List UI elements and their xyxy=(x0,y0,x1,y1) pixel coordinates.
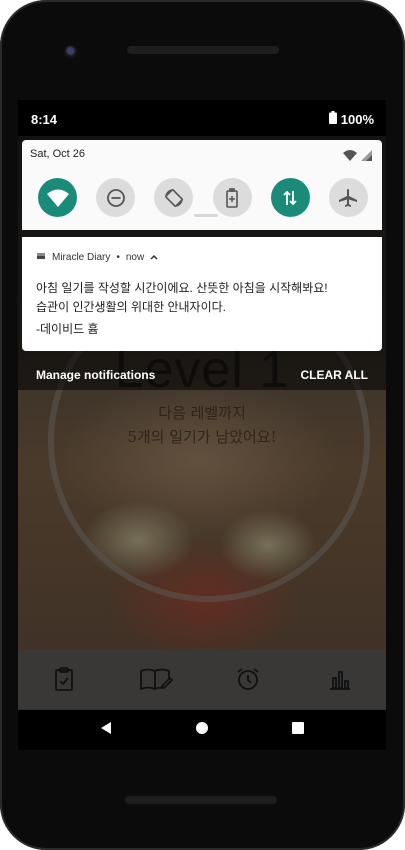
bottom-speaker xyxy=(125,796,277,804)
quick-settings-panel: Sat, Oct 26 xyxy=(22,140,382,230)
recents-icon[interactable] xyxy=(291,721,305,740)
back-icon[interactable] xyxy=(99,721,113,740)
manage-notifications-button[interactable]: Manage notifications xyxy=(36,368,155,382)
phone-frame: Level 1 다음 레벨까지 5개의 일기가 남았어요! xyxy=(0,0,405,850)
system-nav-bar xyxy=(18,710,386,750)
level-next-label: 다음 레벨까지 xyxy=(158,404,246,422)
diary-write-icon[interactable] xyxy=(131,654,181,704)
notification-card[interactable]: Miracle Diary • now 아침 일기를 작성할 시간이에요. 산뜻… xyxy=(22,237,382,351)
shade-actions: Manage notifications CLEAR ALL xyxy=(36,368,368,382)
notification-time: now xyxy=(125,252,145,263)
qs-tiles-row xyxy=(38,178,368,217)
status-bar: 8:14 100% xyxy=(18,100,386,136)
battery-saver-icon[interactable] xyxy=(212,178,252,217)
qs-expand-handle[interactable] xyxy=(194,214,218,217)
notification-line-2: 습관이 인간생활의 위대한 안내자이다. xyxy=(36,300,226,314)
dnd-icon[interactable] xyxy=(96,178,136,217)
wifi-icon[interactable] xyxy=(38,178,77,217)
app-small-icon xyxy=(36,251,46,264)
stats-chart-icon[interactable] xyxy=(315,654,365,704)
alarm-clock-icon[interactable] xyxy=(223,654,273,704)
cell-signal-icon xyxy=(361,148,372,166)
earpiece-speaker xyxy=(127,46,279,54)
auto-rotate-icon[interactable] xyxy=(154,178,194,217)
notification-header: Miracle Diary • now xyxy=(36,251,158,264)
chevron-up-icon[interactable] xyxy=(150,252,158,263)
battery-icon xyxy=(328,111,337,127)
screen: Level 1 다음 레벨까지 5개의 일기가 남았어요! xyxy=(18,100,386,750)
battery-percent: 100% xyxy=(340,111,374,127)
app-bottom-nav xyxy=(18,649,386,709)
qs-date: Sat, Oct 26 xyxy=(30,148,86,160)
front-camera xyxy=(64,45,77,58)
notification-app-name: Miracle Diary xyxy=(52,252,111,263)
notification-line-3: -데이비드 흄 xyxy=(36,322,99,336)
battery-indicator: 100% xyxy=(328,111,374,127)
home-icon[interactable] xyxy=(195,721,209,740)
mobile-data-icon[interactable] xyxy=(270,178,310,217)
notification-line-1: 아침 일기를 작성할 시간이에요. 산뜻한 아침을 시작해봐요! xyxy=(36,281,328,295)
wifi-signal-icon xyxy=(343,148,357,166)
notification-dot: • xyxy=(116,252,120,263)
clear-all-button[interactable]: CLEAR ALL xyxy=(300,368,368,382)
clipboard-check-icon[interactable] xyxy=(39,654,89,704)
airplane-icon[interactable] xyxy=(328,178,368,217)
level-remaining-label: 5개의 일기가 남았어요! xyxy=(127,428,277,446)
clock: 8:14 xyxy=(31,112,58,127)
qs-signal-group xyxy=(343,148,372,166)
